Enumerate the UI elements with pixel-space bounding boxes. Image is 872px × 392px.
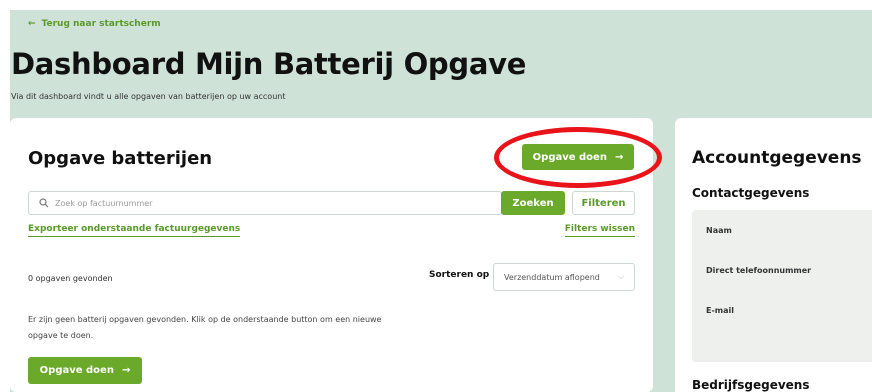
sort-selected-value: Verzenddatum aflopend: [504, 272, 600, 282]
contact-heading: Contactgegevens: [692, 186, 810, 200]
results-count: 0 opgaven gevonden: [28, 274, 113, 283]
new-submission-button-bottom[interactable]: Opgave doen →: [28, 357, 142, 384]
chevron-down-icon: ⌵: [617, 272, 624, 281]
phone-field-label: Direct telefoonnummer: [706, 266, 812, 275]
empty-state-message: Er zijn geen batterij opgaven gevonden. …: [28, 315, 382, 340]
account-title: Accountgegevens: [692, 148, 862, 168]
battery-submissions-card: Opgave batterijen Opgave doen → Zoek op …: [10, 118, 662, 392]
email-field-label: E-mail: [706, 306, 735, 315]
export-invoice-data-link[interactable]: Exporteer onderstaande factuurgegevens: [28, 224, 241, 237]
highlight-ring: [494, 127, 662, 188]
clear-filters-link[interactable]: Filters wissen: [564, 224, 635, 237]
back-link[interactable]: ← Terug naar startscherm: [28, 19, 161, 29]
contact-panel: Naam Direct telefoonnummer E-mail: [692, 210, 872, 362]
arrow-right-icon: →: [121, 365, 131, 376]
account-details-card: Accountgegevens Contactgegevens Naam Dir…: [675, 118, 872, 392]
filter-button[interactable]: Filteren: [572, 191, 635, 215]
card-title: Opgave batterijen: [28, 148, 213, 169]
sort-select[interactable]: Verzenddatum aflopend ⌵: [493, 263, 635, 291]
page-title: Dashboard Mijn Batterij Opgave: [11, 47, 527, 81]
sort-label: Sorteren op: [429, 270, 490, 280]
new-submission-bottom-label: Opgave doen: [39, 365, 114, 376]
search-button[interactable]: Zoeken: [501, 191, 565, 215]
search-icon: [39, 198, 49, 208]
company-heading: Bedrijfsgegevens: [692, 378, 810, 392]
search-placeholder: Zoek op factuurnummer: [55, 198, 153, 208]
back-link-label: Terug naar startscherm: [41, 19, 161, 29]
arrow-left-icon: ←: [28, 19, 36, 29]
name-field-label: Naam: [706, 226, 732, 235]
page-subtitle: Via dit dashboard vindt u alle opgaven v…: [11, 92, 286, 101]
search-input[interactable]: Zoek op factuurnummer: [28, 191, 502, 215]
